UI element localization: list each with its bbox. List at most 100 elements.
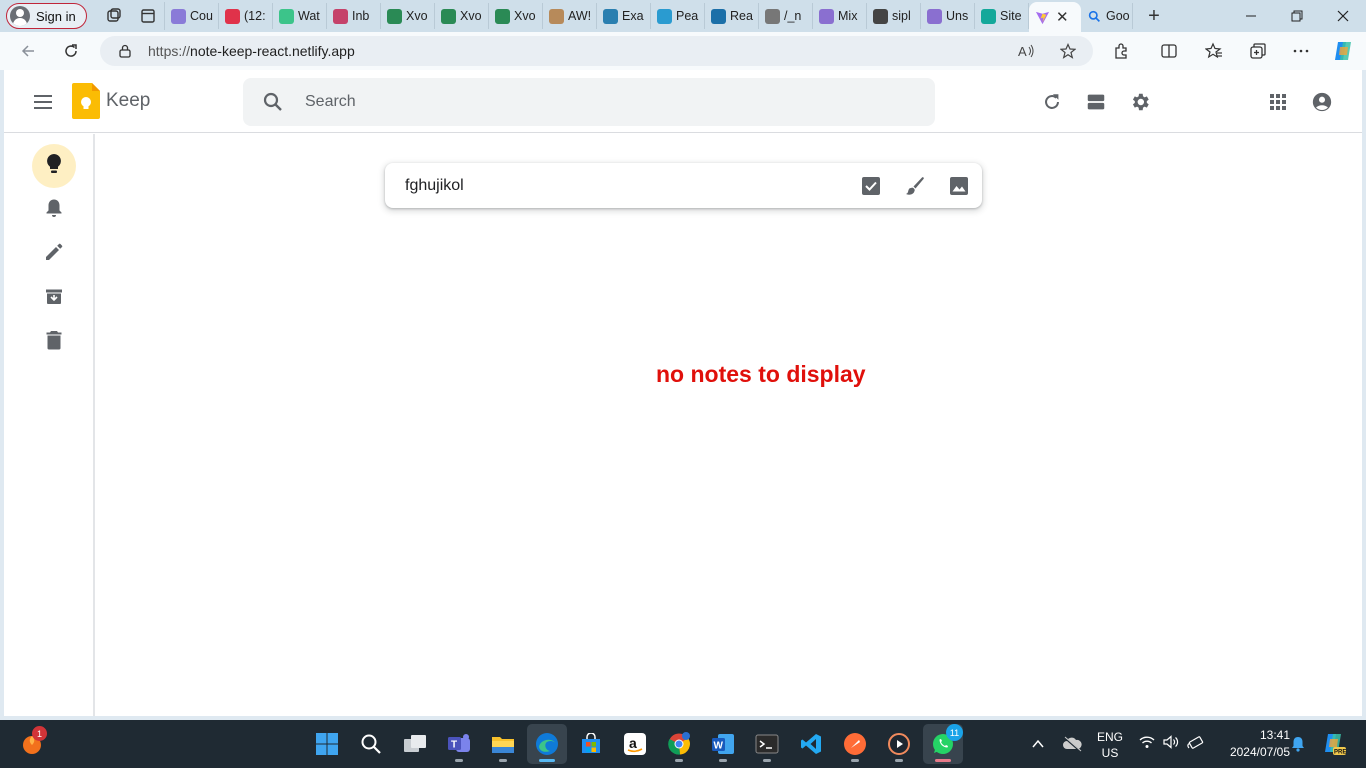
browser-tab[interactable]: Cou — [165, 3, 219, 29]
github-tab-icon — [873, 8, 888, 24]
split-screen-icon[interactable] — [1154, 36, 1184, 66]
postman-icon[interactable] — [835, 724, 875, 764]
sign-in-button[interactable]: Sign in — [6, 3, 87, 29]
apps-grid-icon[interactable] — [1265, 89, 1291, 115]
new-tab-button[interactable]: + — [1139, 2, 1169, 30]
browser-tab[interactable]: (12: — [219, 3, 273, 29]
refresh-button[interactable] — [54, 36, 88, 66]
sidebar-item-trash[interactable] — [32, 320, 76, 364]
browser-tab[interactable]: Xvo — [435, 3, 489, 29]
browser-tab[interactable]: sipl — [867, 3, 921, 29]
terminal-icon[interactable] — [747, 724, 787, 764]
favorite-star-icon[interactable] — [1058, 41, 1078, 61]
account-avatar-icon[interactable] — [1309, 89, 1335, 115]
edge-browser-icon[interactable] — [527, 724, 567, 764]
favorites-icon[interactable] — [1199, 36, 1229, 66]
tab-label: AW! — [568, 9, 592, 23]
lock-icon[interactable] — [118, 44, 132, 58]
trash-icon — [46, 330, 62, 355]
vite-tab-icon — [927, 8, 942, 24]
main-menu-button[interactable] — [30, 90, 58, 114]
tab-label: Inb — [352, 9, 370, 23]
tab-label: /_n — [784, 9, 802, 23]
workspaces-icon[interactable] — [97, 2, 131, 30]
browser-tab[interactable]: Xvo — [489, 3, 543, 29]
notification-bell-icon[interactable] — [1284, 724, 1312, 764]
url-text: https://note-keep-react.netlify.app — [148, 43, 355, 59]
start-button[interactable] — [307, 724, 347, 764]
new-image-icon[interactable] — [947, 174, 971, 198]
tab-actions-icon[interactable] — [131, 2, 165, 30]
vite-tab-icon — [1035, 10, 1050, 25]
more-options-icon[interactable] — [1286, 36, 1316, 66]
new-drawing-brush-icon[interactable] — [903, 174, 927, 198]
amazon-icon[interactable]: a — [615, 724, 655, 764]
task-view-icon[interactable] — [395, 724, 435, 764]
onedrive-offline-icon[interactable] — [1054, 724, 1090, 764]
browser-tab[interactable]: Xvo — [381, 3, 435, 29]
network-volume-battery-group[interactable] — [1132, 724, 1212, 764]
copilot-taskbar-icon[interactable]: PRE — [1314, 724, 1354, 764]
browser-tab[interactable]: Uns — [921, 3, 975, 29]
browser-tab[interactable]: Mix — [813, 3, 867, 29]
browser-tab[interactable]: Site — [975, 3, 1029, 29]
notification-app-icon[interactable]: 1 — [12, 724, 52, 764]
note-input[interactable]: fghujikol — [405, 177, 464, 195]
close-tab-icon[interactable]: ✕ — [1056, 8, 1069, 26]
sidebar-item-edit-labels[interactable] — [32, 232, 76, 276]
language-indicator[interactable]: ENG US — [1094, 730, 1126, 760]
search-input[interactable] — [305, 78, 905, 126]
copilot-icon[interactable] — [1328, 36, 1358, 66]
settings-gear-icon[interactable] — [1127, 89, 1153, 115]
sidebar-item-reminders[interactable] — [32, 188, 76, 232]
refresh-icon[interactable] — [1039, 89, 1065, 115]
list-view-icon[interactable] — [1083, 89, 1109, 115]
search-bar[interactable] — [243, 78, 935, 126]
clock-date: 2024/07/05 — [1229, 745, 1290, 759]
show-hidden-icons-chevron-icon[interactable] — [1020, 724, 1056, 764]
p-tab-icon — [657, 8, 672, 24]
clock[interactable]: 13:41 2024/07/05 — [1216, 728, 1290, 759]
browser-tab[interactable]: AW! — [543, 3, 597, 29]
sidebar-item-archive[interactable] — [32, 276, 76, 320]
chrome-icon[interactable] — [659, 724, 699, 764]
browser-tab[interactable]: Wat — [273, 3, 327, 29]
browser-tab[interactable]: /_n — [759, 3, 813, 29]
page-tab-icon — [765, 8, 780, 24]
battery-charging-icon — [1187, 735, 1205, 754]
close-window-button[interactable] — [1320, 0, 1366, 32]
tab-active[interactable]: ✕ — [1029, 2, 1081, 32]
svg-text:a: a — [629, 735, 637, 751]
sidebar-item-notes[interactable] — [32, 144, 76, 188]
word-icon[interactable]: W — [703, 724, 743, 764]
brand-name: Keep — [106, 90, 151, 111]
lightbulb-icon — [44, 153, 64, 180]
browser-tab[interactable]: Exa — [597, 3, 651, 29]
teams-icon[interactable]: T — [439, 724, 479, 764]
restore-button[interactable] — [1274, 0, 1320, 32]
tab-label: Xvo — [514, 9, 536, 23]
vscode-icon[interactable] — [791, 724, 831, 764]
taskbar-search-icon[interactable] — [351, 724, 391, 764]
minimize-button[interactable] — [1228, 0, 1274, 32]
tab-search[interactable]: Goo — [1081, 3, 1133, 29]
sign-in-label: Sign in — [36, 8, 76, 24]
file-explorer-icon[interactable] — [483, 724, 523, 764]
omnibox[interactable]: https://note-keep-react.netlify.app A — [100, 36, 1093, 66]
tab-label: Pea — [676, 9, 699, 23]
extensions-icon[interactable] — [1106, 36, 1136, 66]
whatsapp-icon[interactable]: 11 — [923, 724, 963, 764]
netlify-tab-icon — [981, 8, 996, 24]
browser-tab[interactable]: Rea — [705, 3, 759, 29]
new-list-checkbox-icon[interactable] — [859, 174, 883, 198]
search-icon[interactable] — [261, 90, 285, 114]
media-player-icon[interactable] — [879, 724, 919, 764]
collections-icon[interactable] — [1243, 36, 1273, 66]
take-note-box[interactable]: fghujikol — [385, 163, 982, 208]
microsoft-store-icon[interactable] — [571, 724, 611, 764]
back-button[interactable] — [11, 36, 45, 66]
whatsapp-badge: 11 — [946, 724, 963, 741]
browser-tab[interactable]: Inb — [327, 3, 381, 29]
read-aloud-icon[interactable]: A — [1016, 41, 1036, 61]
browser-tab[interactable]: Pea — [651, 3, 705, 29]
